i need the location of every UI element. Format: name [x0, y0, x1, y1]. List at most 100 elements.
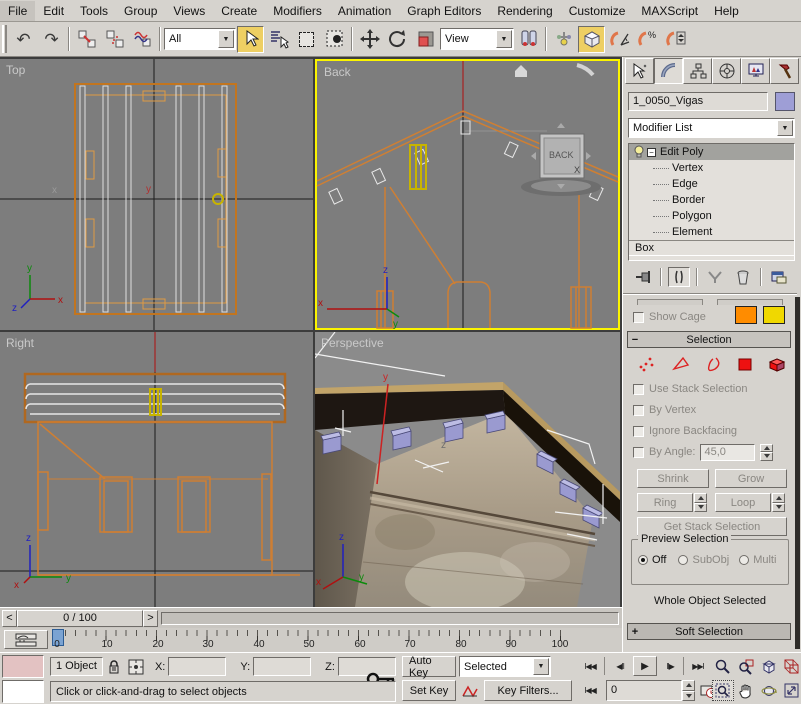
lightbulb-icon[interactable] — [633, 145, 645, 159]
tab-create[interactable] — [625, 58, 654, 84]
cage-color-swatch-2[interactable] — [763, 306, 785, 324]
key-mode-toggle-button[interactable]: I◀◀ — [578, 680, 602, 700]
time-slider-prev-button[interactable]: < — [2, 610, 17, 627]
new-key-default-in-out-button[interactable] — [459, 680, 481, 701]
zoom-extents-button[interactable] — [758, 656, 780, 677]
spinner-snap-toggle-button[interactable] — [662, 26, 689, 53]
remove-modifier-button[interactable] — [732, 267, 754, 287]
next-frame-button[interactable]: II▶ — [658, 656, 682, 676]
redo-button[interactable]: ↷ — [38, 26, 65, 53]
collapse-box-icon[interactable]: − — [647, 148, 656, 157]
undo-button[interactable]: ↶ — [10, 26, 37, 53]
time-slider-track[interactable] — [161, 612, 619, 625]
viewport-perspective-label[interactable]: Perspective — [321, 336, 384, 350]
menu-create[interactable]: Create — [213, 1, 265, 21]
key-filter-dropdown[interactable]: Selected ▼ — [459, 656, 551, 677]
zoom-extents-all-button[interactable] — [781, 656, 801, 677]
preview-subobj-radio[interactable] — [678, 555, 688, 565]
top-viewport-canvas[interactable]: x y y x z — [0, 59, 313, 330]
viewport-right-label[interactable]: Right — [6, 336, 34, 350]
window-crossing-toggle-button[interactable] — [321, 26, 348, 53]
select-by-name-button[interactable] — [265, 26, 292, 53]
zoom-button[interactable] — [712, 656, 734, 677]
maximize-viewport-toggle-button[interactable] — [781, 680, 801, 701]
ring-spinner[interactable] — [694, 493, 707, 512]
menu-maxscript[interactable]: MAXScript — [633, 1, 706, 21]
preview-multi-radio[interactable] — [739, 555, 749, 565]
track-bar[interactable]: 0 10 20 30 40 50 60 70 80 90 100 — [0, 628, 622, 652]
time-slider-grip[interactable]: 0 / 100 — [17, 610, 143, 627]
select-and-scale-button[interactable] — [412, 26, 439, 53]
viewcube[interactable]: BACK X — [515, 65, 601, 196]
stack-item-edit-poly[interactable]: − Edit Poly — [629, 144, 794, 160]
previous-frame-button[interactable]: ◀II — [608, 656, 632, 676]
viewport-perspective[interactable]: Perspective — [315, 332, 620, 607]
selection-rollout-header[interactable]: − Selection — [627, 331, 791, 348]
shrink-button[interactable]: Shrink — [637, 469, 709, 488]
tab-utilities[interactable] — [770, 58, 799, 84]
show-cage-checkbox[interactable] — [633, 312, 644, 323]
unlink-selection-button[interactable] — [101, 26, 128, 53]
region-zoom-button[interactable] — [712, 680, 734, 701]
menu-tools[interactable]: Tools — [72, 1, 116, 21]
ring-button[interactable]: Ring — [637, 493, 693, 512]
tab-modify[interactable] — [654, 58, 683, 84]
use-pivot-point-center-button[interactable] — [515, 26, 542, 53]
bind-to-space-warp-button[interactable] — [129, 26, 156, 53]
tab-hierarchy[interactable] — [683, 58, 712, 84]
by-angle-spinner[interactable] — [760, 444, 773, 461]
menu-file[interactable]: File — [0, 1, 35, 21]
menu-group[interactable]: Group — [116, 1, 165, 21]
frame-spinner[interactable] — [682, 680, 695, 701]
object-color-swatch[interactable] — [775, 92, 795, 111]
vertex-mode-button[interactable] — [637, 355, 657, 373]
back-viewport-canvas[interactable]: BACK X z x y — [315, 59, 620, 330]
select-and-move-button[interactable] — [356, 26, 383, 53]
time-slider-next-button[interactable]: > — [143, 610, 158, 627]
configure-modifier-sets-button[interactable] — [768, 267, 790, 287]
stack-item-border[interactable]: Border — [629, 192, 794, 208]
tab-motion[interactable] — [712, 58, 741, 84]
ignore-backfacing-checkbox[interactable] — [633, 426, 644, 437]
mini-curve-editor-button[interactable] — [4, 630, 48, 649]
viewport-top[interactable]: Top x y y x — [0, 59, 313, 330]
cage-color-swatch-1[interactable] — [735, 306, 757, 324]
make-unique-button[interactable] — [704, 267, 726, 287]
menu-edit[interactable]: Edit — [35, 1, 72, 21]
select-and-manipulate-button[interactable] — [550, 26, 577, 53]
pin-stack-button[interactable] — [632, 267, 654, 287]
menu-modifiers[interactable]: Modifiers — [265, 1, 330, 21]
auto-key-button[interactable]: Auto Key — [402, 656, 456, 677]
menu-rendering[interactable]: Rendering — [489, 1, 560, 21]
selection-filter-dropdown[interactable]: All ▼ — [164, 28, 236, 50]
menu-help[interactable]: Help — [706, 1, 747, 21]
select-object-button[interactable] — [237, 26, 264, 53]
select-and-link-button[interactable] — [73, 26, 100, 53]
right-viewport-canvas[interactable]: z y x — [0, 332, 313, 607]
by-angle-checkbox[interactable] — [633, 447, 644, 458]
selection-lock-toggle[interactable] — [103, 656, 125, 677]
use-stack-selection-checkbox[interactable] — [633, 384, 644, 395]
menu-animation[interactable]: Animation — [330, 1, 399, 21]
absolute-offset-toggle[interactable] — [125, 656, 147, 677]
reference-coordinate-system-dropdown[interactable]: View ▼ — [440, 28, 514, 50]
menu-graph-editors[interactable]: Graph Editors — [399, 1, 489, 21]
go-to-start-button[interactable]: I◀◀ — [578, 656, 602, 676]
viewcube-face-label[interactable]: BACK — [549, 150, 574, 160]
viewport-back-active[interactable]: Back — [315, 59, 620, 330]
maxscript-listener-pink[interactable] — [2, 655, 44, 678]
loop-button[interactable]: Loop — [715, 493, 771, 512]
viewport-back-label[interactable]: Back — [324, 65, 351, 79]
rollout-scrollbar[interactable] — [795, 297, 800, 649]
loop-spinner[interactable] — [772, 493, 785, 512]
key-filters-button[interactable]: Key Filters... — [484, 680, 572, 701]
orbit-button[interactable] — [758, 680, 780, 701]
percent-snap-toggle-button[interactable]: % — [634, 26, 661, 53]
current-frame-field[interactable]: 0 — [606, 680, 682, 701]
object-name-field[interactable]: 1_0050_Vigas — [628, 92, 768, 111]
edge-mode-button[interactable] — [671, 355, 691, 373]
stack-item-element[interactable]: Element — [629, 224, 794, 240]
go-to-end-button[interactable]: ▶▶I — [686, 656, 710, 676]
play-button[interactable]: ▶ — [633, 656, 657, 676]
y-coordinate-field[interactable] — [253, 657, 311, 676]
